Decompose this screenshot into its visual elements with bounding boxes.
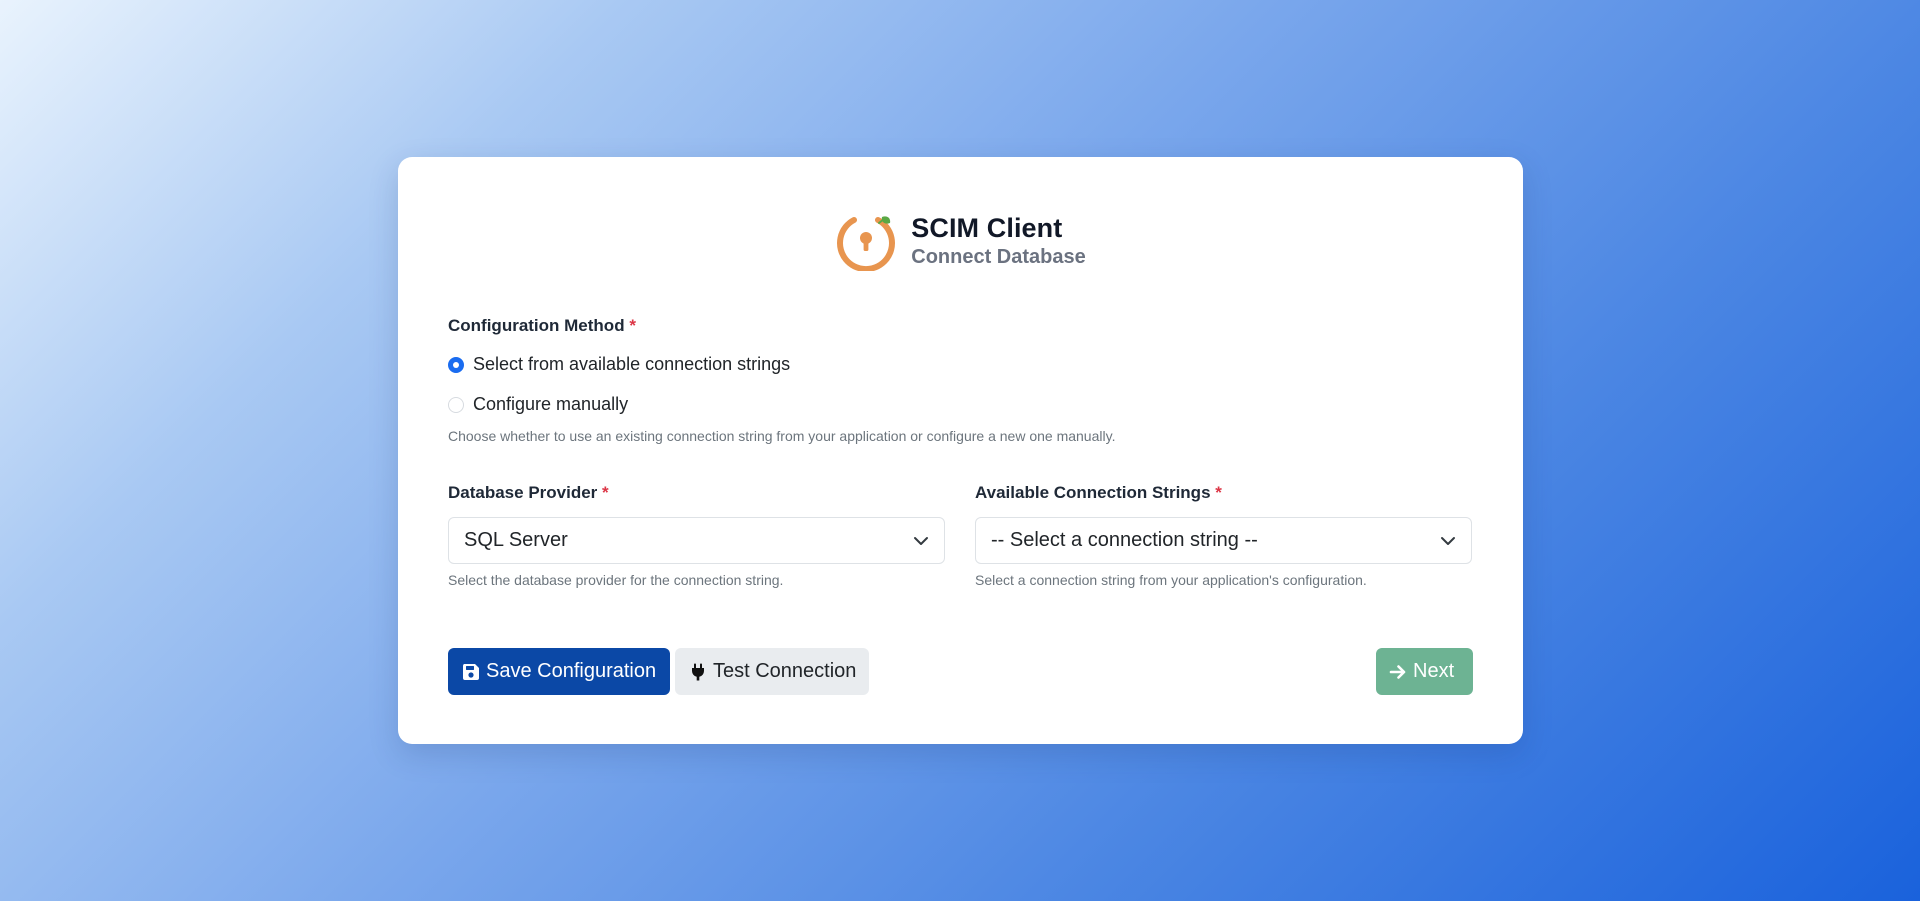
next-label: Next [1413, 660, 1455, 682]
connection-string-value: -- Select a connection string -- [991, 529, 1258, 551]
page-subtitle: Connect Database [911, 246, 1086, 268]
radio-button-unchecked[interactable] [448, 396, 464, 413]
configuration-method-label-text: Configuration Method [448, 316, 625, 335]
radio-select-from-available[interactable]: Select from available connection strings [448, 354, 790, 375]
floppy-disk-icon [462, 663, 479, 680]
app-title: SCIM Client [911, 213, 1063, 243]
test-connection-label: Test Connection [713, 660, 857, 682]
radio-label-configure-manually: Configure manually [473, 394, 629, 414]
database-provider-label-text: Database Provider [448, 483, 598, 502]
configuration-method-help: Choose whether to use an existing connec… [448, 428, 1116, 444]
chevron-down-icon [1441, 536, 1455, 545]
radio-label-select-from-available: Select from available connection strings [473, 354, 791, 374]
brand-text: SCIM Client Connect Database [911, 212, 1086, 270]
plug-icon [692, 663, 704, 680]
database-provider-select[interactable]: SQL Server [448, 517, 945, 564]
setup-card: SCIM Client Connect Database Configurati… [398, 157, 1523, 744]
brand-header: SCIM Client Connect Database [398, 209, 1523, 271]
save-configuration-button[interactable]: Save Configuration [448, 648, 670, 695]
save-configuration-label: Save Configuration [486, 660, 657, 682]
arrow-right-icon [1389, 664, 1406, 679]
next-button[interactable]: Next [1376, 648, 1473, 695]
database-provider-help: Select the database provider for the con… [448, 572, 784, 588]
radio-button-checked[interactable] [448, 356, 464, 373]
required-mark: * [1215, 483, 1222, 502]
database-provider-label: Database Provider * [448, 483, 609, 503]
test-connection-button[interactable]: Test Connection [675, 648, 869, 695]
keyhole-ring-logo-icon [837, 216, 896, 271]
connection-string-select[interactable]: -- Select a connection string -- [975, 517, 1472, 564]
chevron-down-icon [914, 536, 928, 545]
configuration-method-label: Configuration Method * [448, 316, 636, 336]
radio-configure-manually[interactable]: Configure manually [448, 394, 628, 415]
required-mark: * [602, 483, 609, 502]
required-mark: * [629, 316, 636, 335]
database-provider-value: SQL Server [464, 529, 568, 551]
connection-string-help: Select a connection string from your app… [975, 572, 1367, 588]
available-connection-strings-label: Available Connection Strings * [975, 483, 1222, 503]
available-connection-strings-label-text: Available Connection Strings [975, 483, 1211, 502]
